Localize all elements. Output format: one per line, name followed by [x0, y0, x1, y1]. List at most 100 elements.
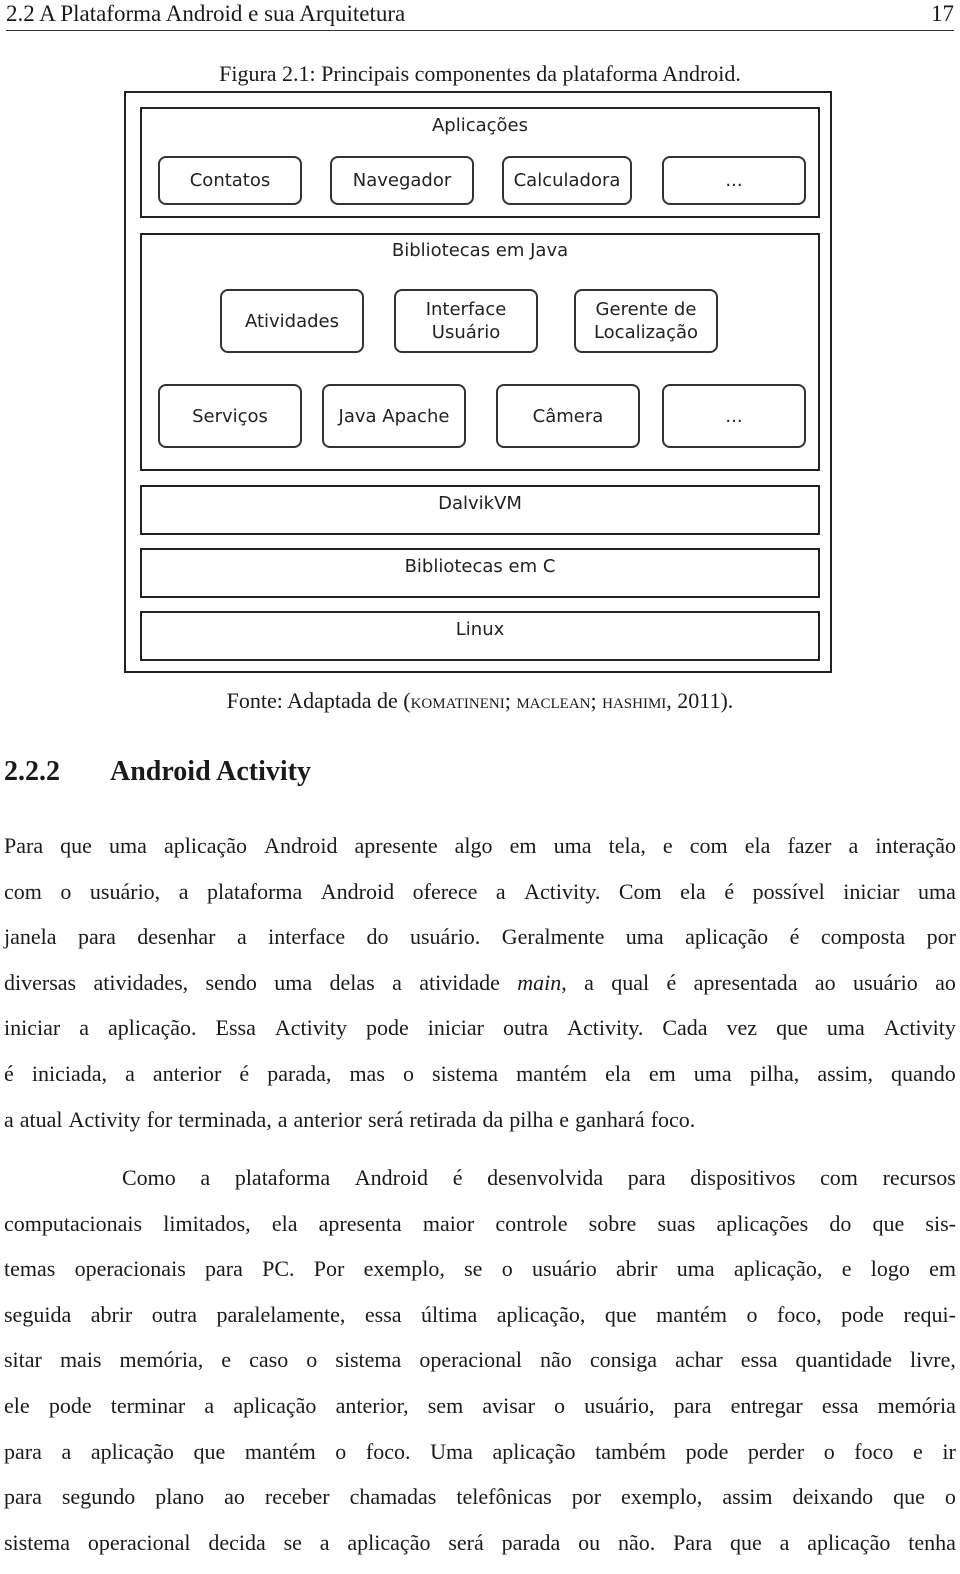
word: sistema — [335, 1347, 402, 1373]
word: sendo — [205, 969, 257, 995]
word: usuário — [531, 1256, 597, 1282]
word: recursos — [882, 1165, 956, 1190]
word: foco. — [650, 1106, 696, 1132]
word: aplicação — [233, 1392, 317, 1418]
word: para — [673, 1392, 712, 1418]
word: Activity — [274, 1015, 347, 1041]
word: aplicação — [492, 1438, 576, 1464]
paragraph-line: janela para desenhar a interface do usuário. Ge… — [4, 923, 956, 969]
lib-box-interface-usuario: Interface Usuário — [394, 289, 538, 353]
word: usuário — [853, 969, 918, 995]
word: que — [60, 833, 92, 858]
word: chamadas — [349, 1484, 437, 1510]
word: por — [926, 924, 956, 950]
word: o — [823, 1438, 835, 1464]
word: mantém — [516, 1060, 587, 1086]
word: será — [367, 1106, 404, 1132]
word: desenhar — [137, 924, 216, 950]
word: apresentada — [693, 969, 798, 995]
word: uma — [553, 833, 592, 858]
word: se — [283, 1529, 302, 1555]
section-number: 2.2.2 — [4, 756, 60, 787]
word: ao — [814, 969, 836, 995]
word: aplicação — [90, 1438, 174, 1464]
dalvik-vm-layer: DalvikVM — [140, 485, 820, 535]
paragraph-line: é iniciada, a anterior é parada, mas o sistema ma… — [4, 1060, 956, 1106]
paragraph-line: seguida abrir outra paralelamente, essa últim… — [4, 1301, 956, 1347]
word: desenvolvida — [487, 1165, 604, 1190]
word: quando — [891, 1060, 956, 1086]
word: do — [366, 924, 389, 950]
word: o — [60, 878, 72, 904]
word: achar — [675, 1347, 723, 1373]
app-box-navegador: Navegador — [330, 156, 474, 205]
word: sis- — [925, 1210, 956, 1236]
source-prefix: Fonte: Adaptada de ( — [226, 688, 411, 713]
word: outra — [151, 1301, 197, 1327]
word: que — [872, 1210, 905, 1236]
word: tela, — [608, 833, 646, 858]
word: essa — [740, 1347, 778, 1373]
word: se — [464, 1256, 483, 1282]
word: exemplo, — [363, 1256, 445, 1282]
word: Para — [673, 1529, 713, 1555]
word: avisar — [482, 1392, 535, 1418]
word: a — [848, 833, 859, 858]
word: aplicação — [163, 833, 248, 858]
word: uma — [826, 1015, 865, 1041]
word: pode — [841, 1301, 884, 1327]
app-box-more: ... — [662, 156, 806, 205]
lib-box-more: ... — [662, 384, 806, 448]
word: com — [820, 1165, 858, 1190]
word: mas — [349, 1060, 385, 1086]
word: também — [595, 1438, 666, 1464]
word: a — [200, 1165, 211, 1190]
word: temas — [4, 1256, 56, 1282]
word: uma — [625, 924, 664, 950]
app-box-calculadora: Calculadora — [502, 156, 632, 205]
word: maior — [422, 1210, 475, 1236]
word: consiga — [589, 1347, 658, 1373]
word: o — [402, 1060, 414, 1086]
word: suas — [657, 1210, 696, 1236]
word: interação — [875, 833, 956, 858]
word: é — [239, 1060, 250, 1086]
word: a — [79, 1015, 89, 1041]
word: pode — [48, 1392, 92, 1418]
word: qual — [611, 969, 650, 995]
word: mais — [59, 1347, 102, 1373]
paragraph-line: para segundo plano ao receber chamadas telefôn… — [4, 1483, 956, 1529]
word: é — [4, 1060, 14, 1086]
word: seguida — [4, 1301, 72, 1327]
word: ir — [942, 1438, 956, 1464]
word: Activity — [68, 1106, 141, 1132]
word: possível — [752, 878, 825, 904]
word: foco. — [365, 1438, 411, 1464]
word: que — [776, 1015, 808, 1041]
word: ao — [224, 1484, 245, 1510]
word: Geralmente — [501, 924, 605, 950]
word: aplicação — [807, 1529, 891, 1555]
word: parada, — [267, 1060, 332, 1086]
word: caso — [249, 1347, 289, 1373]
applications-layer-title: Aplicações — [431, 115, 529, 136]
section-title: Android Activity — [110, 756, 311, 787]
lib-box-gerente-localizacao: Gerente de Localização — [574, 289, 718, 353]
word: a — [779, 1529, 790, 1555]
word: não. — [617, 1529, 656, 1555]
word: plataforma — [234, 1165, 331, 1190]
word: perder — [747, 1438, 805, 1464]
word: a — [204, 1392, 215, 1418]
word: é — [666, 969, 677, 995]
word: retirada — [409, 1106, 477, 1132]
word: livre, — [910, 1347, 956, 1373]
word: plataforma — [206, 878, 303, 904]
word: main, — [517, 969, 567, 995]
word: o — [306, 1347, 318, 1373]
word: ela — [271, 1210, 298, 1236]
word: vez — [726, 1015, 758, 1041]
c-libraries-layer: Bibliotecas em C — [140, 548, 820, 598]
word: da — [482, 1106, 504, 1132]
paragraph-line: Para que uma aplicação Android apresente algo e… — [4, 832, 956, 878]
word: operacional — [87, 1529, 191, 1555]
